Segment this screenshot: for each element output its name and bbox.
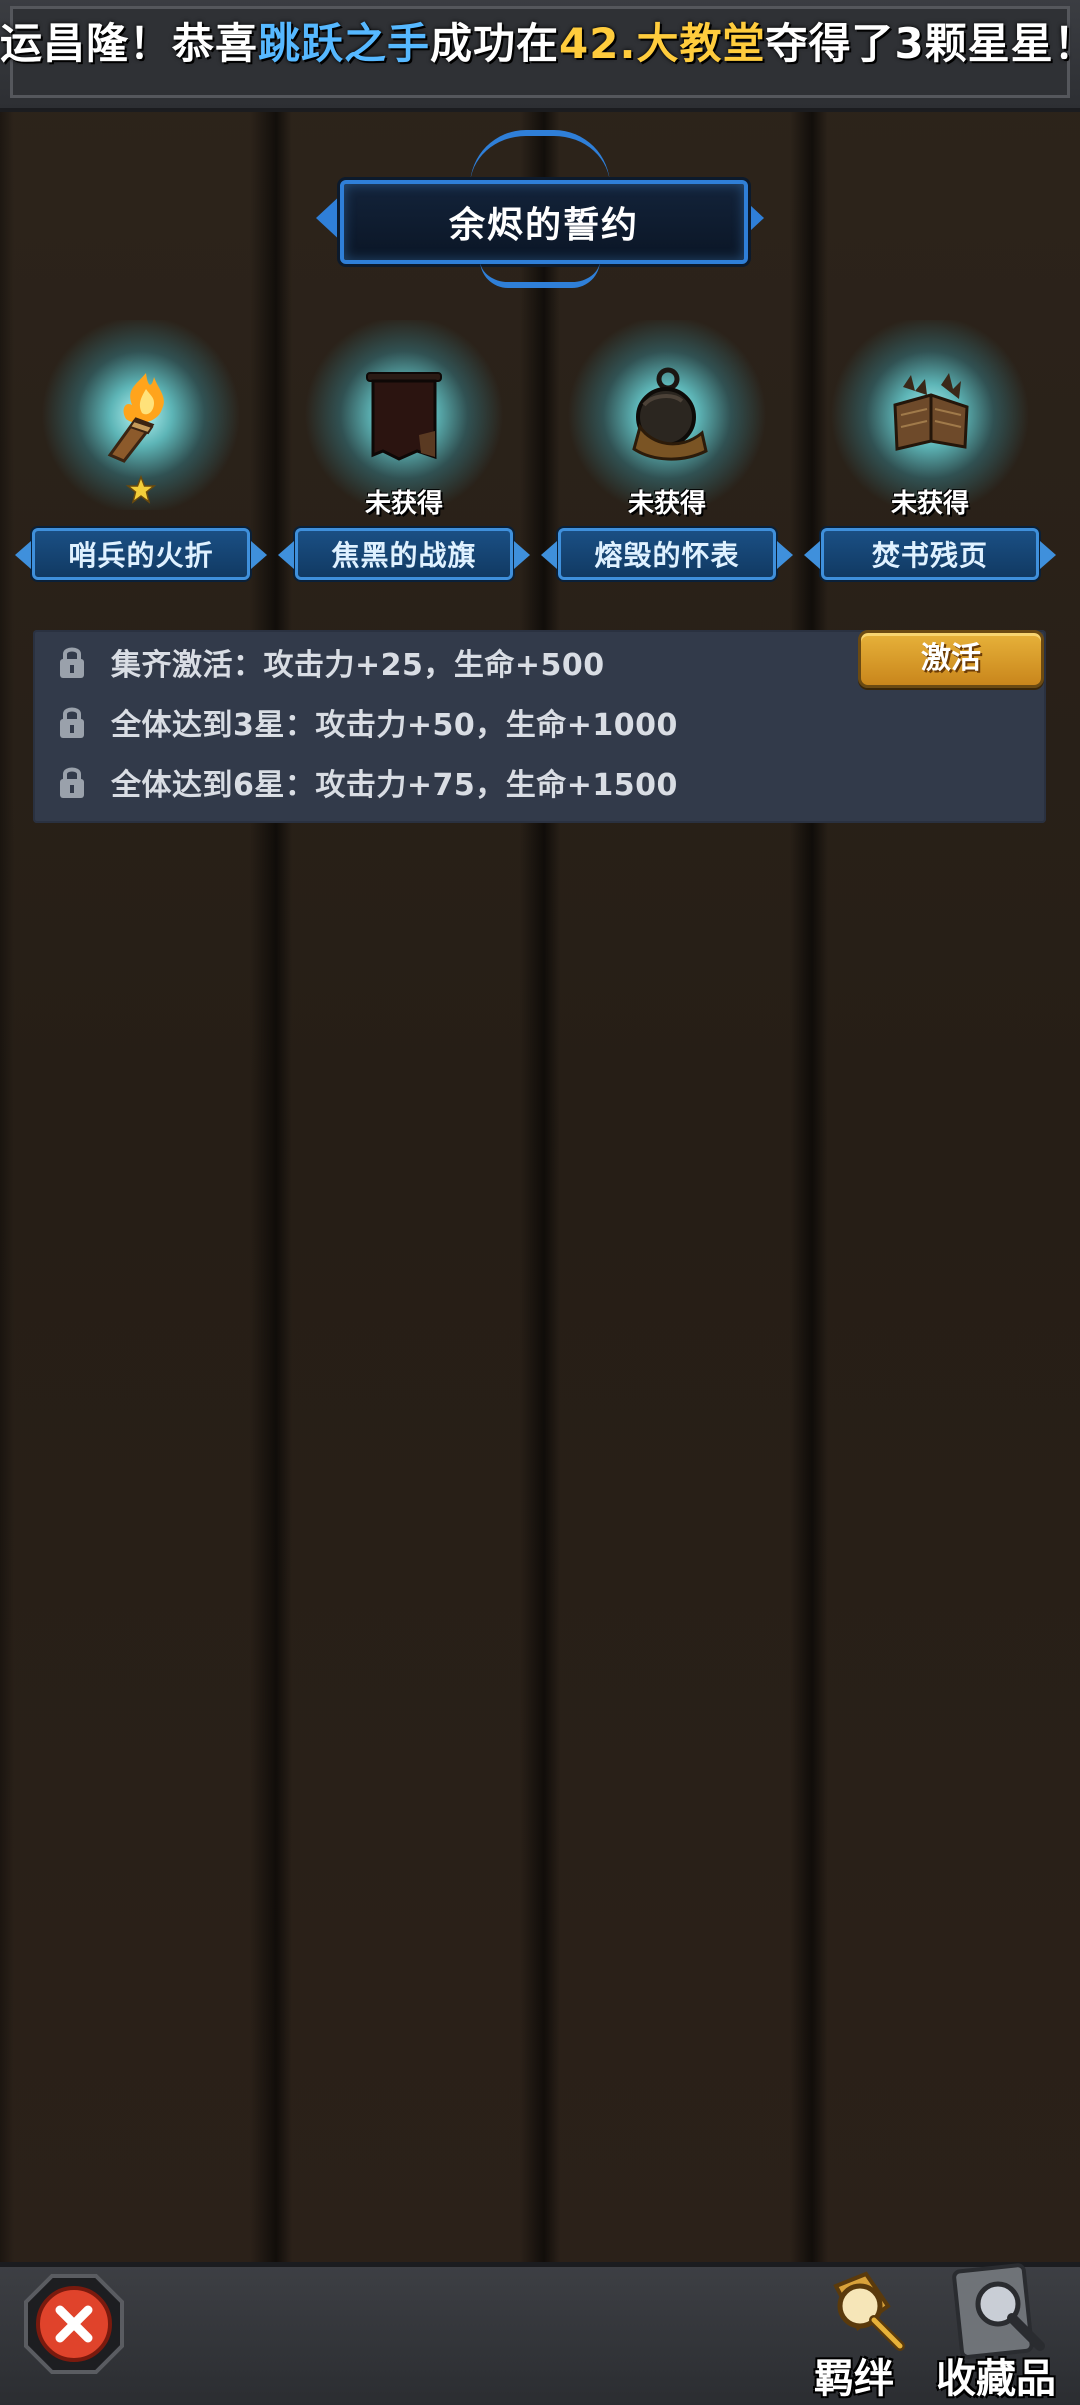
bonus-text: 全体达到6星：攻击力+75，生命+1500 bbox=[111, 768, 678, 803]
torch-icon bbox=[107, 373, 164, 463]
announcement-text-1: 运昌隆！恭喜 bbox=[0, 18, 259, 68]
item-status: 未获得 bbox=[890, 489, 969, 519]
bonus-row: 集齐激活：攻击力+25，生命+500 bbox=[57, 642, 605, 683]
item-name: 焦黑的战旗 bbox=[278, 528, 530, 580]
bonus-text: 集齐激活：攻击力+25，生命+500 bbox=[111, 648, 605, 683]
collection-set-header: 余烬的誓约 bbox=[316, 122, 764, 288]
set-title: 余烬的誓约 bbox=[340, 180, 748, 264]
star-icon bbox=[126, 475, 156, 504]
collectible-item-watch[interactable]: 未获得 熔毁的怀表 bbox=[541, 320, 793, 580]
nav-collection-label[interactable]: 收藏品 bbox=[936, 2346, 1056, 2404]
title-crest-ornament bbox=[470, 130, 610, 186]
announcement-player: 跳跃之手 bbox=[258, 18, 431, 68]
collectible-item-book[interactable]: 未获得 焚书残页 bbox=[804, 320, 1056, 580]
announcement-marquee: 运昌隆！恭喜 跳跃之手 成功在 42.大教堂 夺得了3颗星星！ bbox=[0, 0, 1080, 80]
collectible-item-torch[interactable]: 哨兵的火折 bbox=[15, 320, 267, 580]
collectible-item-banner[interactable]: 未获得 焦黑的战旗 bbox=[278, 320, 530, 580]
item-name: 焚书残页 bbox=[804, 528, 1056, 580]
nav-bond-label[interactable]: 羁绊 bbox=[814, 2346, 894, 2404]
item-status: 未获得 bbox=[627, 489, 706, 519]
item-status: 未获得 bbox=[364, 489, 443, 519]
announcement-text-2: 成功在 bbox=[430, 18, 560, 68]
lock-icon bbox=[60, 767, 84, 798]
bonus-row: 全体达到3星：攻击力+50，生命+1000 bbox=[57, 702, 678, 743]
lock-icon bbox=[60, 707, 84, 738]
title-bottom-ornament bbox=[480, 260, 600, 288]
banner-icon bbox=[366, 372, 442, 461]
item-name: 熔毁的怀表 bbox=[541, 528, 793, 580]
bonus-row: 全体达到6星：攻击力+75，生命+1500 bbox=[57, 762, 678, 803]
close-button[interactable] bbox=[22, 2272, 126, 2376]
activate-button[interactable]: 激活 bbox=[858, 630, 1044, 688]
announcement-banner: 运昌隆！恭喜 跳跃之手 成功在 42.大教堂 夺得了3颗星星！ bbox=[0, 0, 1080, 112]
burnt-book-icon bbox=[893, 373, 969, 451]
pocket-watch-icon bbox=[632, 367, 708, 461]
announcement-stage: 42.大教堂 bbox=[559, 18, 766, 68]
bonus-text: 全体达到3星：攻击力+50，生命+1000 bbox=[111, 708, 678, 743]
announcement-text-3: 夺得了3颗星星！ bbox=[765, 18, 1080, 68]
bottom-bar bbox=[0, 2262, 1080, 2405]
lock-icon bbox=[60, 647, 84, 678]
item-name: 哨兵的火折 bbox=[15, 528, 267, 580]
